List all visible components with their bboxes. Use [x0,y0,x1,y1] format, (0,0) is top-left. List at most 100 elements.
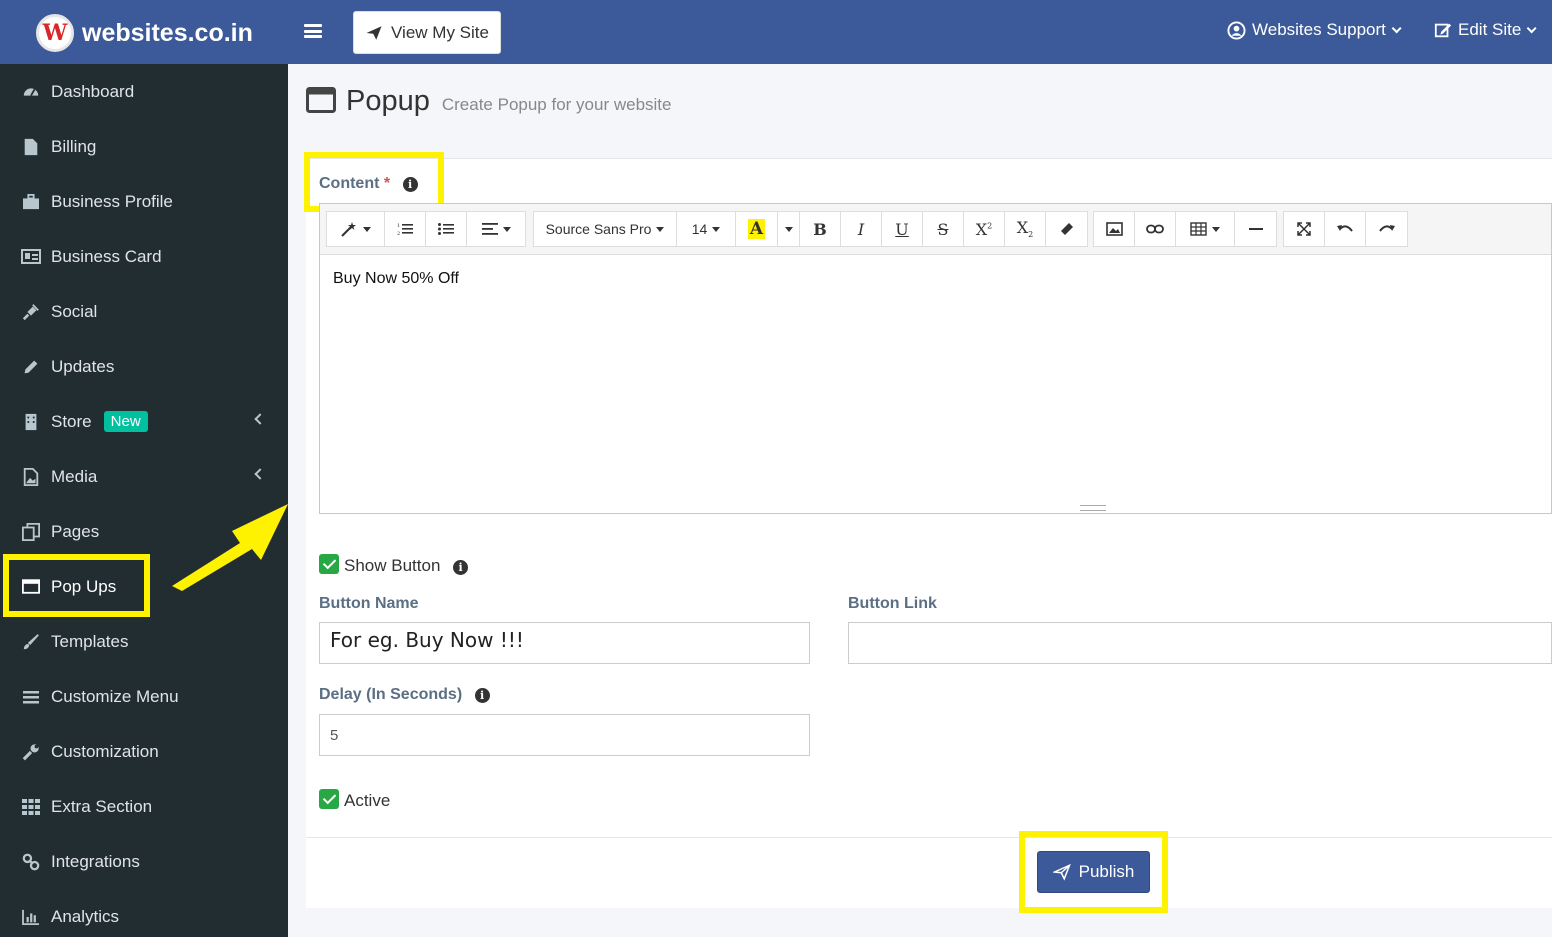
arrow-annotation-icon [172,504,288,591]
publish-button[interactable]: Publish [1037,851,1150,893]
toolbar-group-hr [1234,211,1277,247]
sidebar-item-business-card[interactable]: Business Card [0,229,288,284]
horizontal-rule-button[interactable] [1235,212,1276,246]
sidebar-item-analytics[interactable]: Analytics [0,889,288,937]
italic-button[interactable]: I [841,212,882,246]
info-icon[interactable]: i [453,560,469,575]
font-size-select[interactable]: 14 [677,212,736,246]
bold-button[interactable]: B [800,212,841,246]
sidebar-item-updates[interactable]: Updates [0,339,288,394]
insert-image-button[interactable] [1094,212,1135,246]
sidebar-item-label: Billing [51,136,97,156]
sidebar-item-media[interactable]: Media [0,449,288,504]
link-icon [1146,224,1164,234]
color-dropdown-button[interactable] [778,212,800,246]
ordered-list-icon: 12 [397,223,413,236]
sidebar-item-label: Integrations [51,851,140,871]
sidebar-item-extra-section[interactable]: Extra Section [0,779,288,834]
wrench-icon [21,742,41,762]
superscript-icon: X2 [975,219,993,239]
brand-name: websites.co.in [82,18,253,47]
delay-input[interactable] [319,714,810,756]
sidebar-item-business-profile[interactable]: Business Profile [0,174,288,229]
strikethrough-button[interactable]: S [923,212,964,246]
sidebar-item-label: Customize Menu [51,686,179,706]
insert-table-button[interactable] [1176,212,1234,246]
info-icon[interactable]: i [474,688,490,703]
bar-chart-icon [21,907,41,927]
pencil-icon [21,357,41,377]
fullscreen-button[interactable] [1284,212,1325,246]
top-navbar: W websites.co.in View My Site Websites S… [0,0,1552,64]
delay-label-text: Delay (In Seconds) [319,686,463,703]
logo-letter: W [42,20,68,46]
image-icon [1105,222,1123,236]
strikethrough-icon: S [937,219,949,239]
redo-icon [1378,225,1395,232]
briefcase-icon [21,192,41,212]
font-family-select[interactable]: Source Sans Pro [534,212,677,246]
toolbar-group-font: Source Sans Pro 14 A B I U S X2 X2 [533,211,1088,247]
brand-logo[interactable]: W websites.co.in [36,14,253,52]
editor-resize-handle[interactable] [1080,505,1106,511]
editor-content[interactable]: Buy Now 50% Off [333,270,459,288]
id-card-icon [21,247,41,267]
highlight-color-button[interactable]: A [736,212,778,246]
show-button-checkbox[interactable] [319,554,339,574]
info-icon[interactable]: i [402,177,418,192]
sidebar-item-label: Dashboard [51,81,135,101]
sidebar-item-integrations[interactable]: Integrations [0,834,288,889]
subscript-button[interactable]: X2 [1005,212,1046,246]
style-magic-button[interactable] [327,212,385,246]
unordered-list-button[interactable] [426,212,467,246]
toolbar-group-view [1283,211,1408,247]
undo-button[interactable] [1325,212,1366,246]
sidebar-item-social[interactable]: Social [0,284,288,339]
paper-plane-icon [1052,863,1071,881]
chevron-left-icon [254,413,266,425]
hamburger-menu-icon[interactable] [304,22,322,40]
paper-plane-icon [366,25,382,40]
page-header: Popup Create Popup for your website [306,84,671,118]
underline-icon: U [895,219,909,239]
insert-link-button[interactable] [1135,212,1176,246]
required-mark: * [383,175,391,192]
sidebar-item-label: Business Card [51,246,162,266]
view-my-site-button[interactable]: View My Site [353,11,501,54]
magic-wand-icon [341,222,356,237]
active-checkbox[interactable] [319,789,339,809]
sidebar-item-billing[interactable]: Billing [0,119,288,174]
dashboard-icon [21,82,41,102]
chevron-down-icon [1391,22,1402,33]
chevron-down-icon [1526,22,1537,33]
ordered-list-button[interactable]: 12 [385,212,426,246]
button-name-input[interactable] [319,622,810,664]
file-icon [21,137,41,157]
align-button[interactable] [467,212,525,246]
sidebar-item-customize-menu[interactable]: Customize Menu [0,669,288,724]
chevron-left-icon [254,468,266,480]
edit-site-label: Edit Site [1458,20,1522,39]
superscript-button[interactable]: X2 [964,212,1005,246]
sidebar-item-store[interactable]: Store New [0,394,288,449]
rich-text-editor[interactable]: 12 Source Sans Pro 14 A B I U S X2 X2 Bu… [319,203,1552,514]
clear-format-button[interactable] [1046,212,1087,246]
sidebar-item-templates[interactable]: Templates [0,614,288,669]
edit-site-menu[interactable]: Edit Site [1434,20,1537,40]
image-icon [21,467,41,487]
show-button-label-text: Show Button [344,556,441,575]
text-color-icon: A [747,219,766,239]
underline-button[interactable]: U [882,212,923,246]
support-menu[interactable]: Websites Support [1227,20,1402,40]
user-circle-icon [1227,20,1246,40]
sidebar-item-dashboard[interactable]: Dashboard [0,64,288,119]
redo-button[interactable] [1366,212,1407,246]
page-subtitle: Create Popup for your website [441,95,672,114]
sidebar-item-label: Store [51,411,92,431]
button-link-label: Button Link [848,595,937,612]
italic-icon: I [857,219,865,239]
brush-icon [21,632,41,652]
content-label-text: Content [319,175,380,192]
sidebar-item-customization[interactable]: Customization [0,724,288,779]
button-link-input[interactable] [848,622,1552,664]
